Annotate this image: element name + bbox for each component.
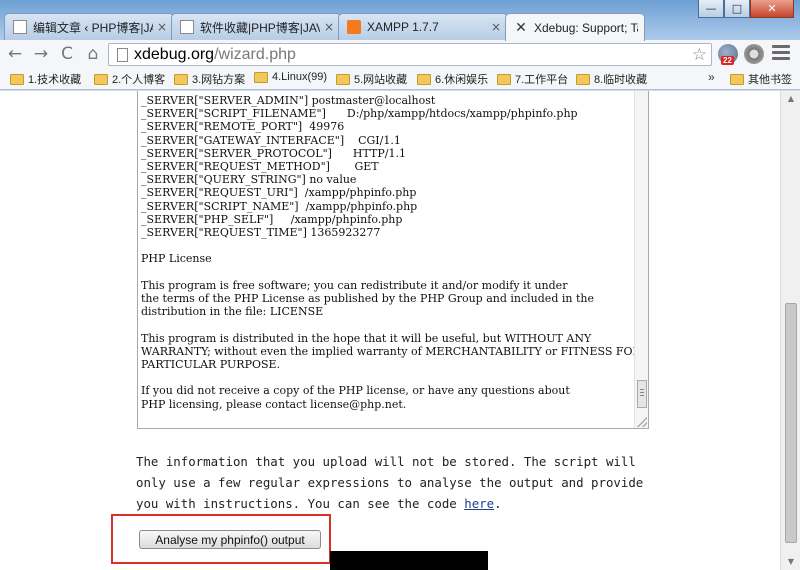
textarea-line: _SERVER["SCRIPT_NAME"] /xampp/phpinfo.ph… xyxy=(141,199,418,213)
here-link[interactable]: here xyxy=(464,496,494,511)
tab-xdebug[interactable]: ✕ Xdebug: Support; Tailo xyxy=(505,13,645,41)
tab-close-icon[interactable]: × xyxy=(324,20,334,34)
textarea-scrollbar[interactable] xyxy=(634,91,648,428)
bookmark-star-icon[interactable]: ☆ xyxy=(692,45,707,65)
bookmark-folder[interactable]: 1.技术收藏 xyxy=(10,71,81,87)
textarea-line: This program is distributed in the hope … xyxy=(141,331,592,345)
textarea-line: _SERVER["QUERY_STRING"] no value xyxy=(141,173,357,187)
url-text[interactable]: xdebug.org/wizard.php xyxy=(134,46,296,64)
folder-icon xyxy=(174,73,188,85)
document-icon xyxy=(180,20,194,34)
back-button[interactable]: ← xyxy=(4,43,26,65)
page-scrollbar[interactable]: ▲ ▼ xyxy=(780,91,800,570)
textarea-line: PARTICULAR PURPOSE. xyxy=(141,358,281,372)
textarea-line: the terms of the PHP License as publishe… xyxy=(141,292,594,306)
textarea-line: This program is free software; you can r… xyxy=(141,278,568,292)
folder-icon xyxy=(576,73,590,85)
page-content: _SERVER["SERVER_ADMIN"] postmaster@local… xyxy=(0,91,780,570)
tab-software-favorites[interactable]: 软件收藏|PHP博客|JAVA × xyxy=(171,13,341,40)
tab-title: 软件收藏|PHP博客|JAVA xyxy=(200,20,320,35)
tab-close-icon[interactable]: × xyxy=(491,20,501,34)
xdebug-icon: ✕ xyxy=(515,19,527,36)
textarea-line: _SERVER["REQUEST_TIME"] 1365923277 xyxy=(141,226,381,240)
mail-count-badge: 22 xyxy=(721,56,734,65)
textarea-scroll-thumb[interactable] xyxy=(637,380,647,408)
annotation-highlight-box xyxy=(111,514,331,564)
other-bookmarks[interactable]: 其他书签 xyxy=(730,71,792,87)
page-scroll-thumb[interactable] xyxy=(785,303,797,543)
redaction-block xyxy=(330,551,488,570)
textarea-line: PHP licensing, please contact license@ph… xyxy=(141,397,407,411)
tab-edit-article[interactable]: 编辑文章 ‹ PHP博客|JAVA × xyxy=(4,13,174,40)
textarea-line: distribution in the file: LICENSE xyxy=(141,305,324,319)
folder-icon xyxy=(94,73,108,85)
folder-icon xyxy=(336,73,350,85)
textarea-line xyxy=(141,266,631,279)
bookmark-folder[interactable]: 4.Linux(99) xyxy=(254,71,327,83)
tab-xampp[interactable]: XAMPP 1.7.7 × xyxy=(338,13,508,40)
textarea-line: _SERVER["REMOTE_PORT"] 49976 xyxy=(141,120,345,134)
bookmark-folder[interactable]: 8.临时收藏 xyxy=(576,71,647,87)
textarea-line: _SERVER["SERVER_ADMIN"] postmaster@local… xyxy=(141,94,436,107)
forward-button[interactable]: → xyxy=(30,43,52,65)
textarea-line: _SERVER["PHP_SELF"] /xampp/phpinfo.php xyxy=(141,212,403,226)
textarea-line: WARRANTY; without even the implied warra… xyxy=(141,344,649,358)
document-icon xyxy=(13,20,27,34)
bookmark-folder[interactable]: 2.个人博客 xyxy=(94,71,165,87)
folder-icon xyxy=(10,73,24,85)
textarea-line xyxy=(141,239,631,252)
xampp-icon xyxy=(347,20,361,34)
bookmark-folder[interactable]: 5.网站收藏 xyxy=(336,71,407,87)
scroll-up-arrow-icon[interactable]: ▲ xyxy=(781,91,800,107)
tab-title: Xdebug: Support; Tailo xyxy=(534,20,638,35)
folder-icon xyxy=(730,73,744,85)
folder-icon xyxy=(417,73,431,85)
textarea-line xyxy=(141,371,631,384)
tab-title: XAMPP 1.7.7 xyxy=(367,20,439,34)
phpinfo-text: _SERVER["SERVER_ADMIN"] postmaster@local… xyxy=(141,94,649,411)
info-paragraph: The information that you upload will not… xyxy=(136,454,644,511)
folder-icon xyxy=(497,73,511,85)
bookmark-folder[interactable]: 6.休闲娱乐 xyxy=(417,71,488,87)
tab-strip: 编辑文章 ‹ PHP博客|JAVA × 软件收藏|PHP博客|JAVA × XA… xyxy=(0,13,800,41)
textarea-line: _SERVER["SCRIPT_FILENAME"] D:/php/xampp/… xyxy=(141,107,578,121)
textarea-line: _SERVER["GATEWAY_INTERFACE"] CGI/1.1 xyxy=(141,133,401,147)
textarea-line: PHP License xyxy=(141,252,212,266)
bookmark-folder[interactable]: 7.工作平台 xyxy=(497,71,568,87)
phpinfo-textarea[interactable]: _SERVER["SERVER_ADMIN"] postmaster@local… xyxy=(137,91,649,429)
textarea-line: _SERVER["SERVER_PROTOCOL"] HTTP/1.1 xyxy=(141,146,406,160)
bookmarks-bar: 1.技术收藏 2.个人博客 3.网钻方案 4.Linux(99) 5.网站收藏 … xyxy=(0,68,800,90)
menu-icon[interactable] xyxy=(772,45,790,63)
home-button[interactable]: ⌂ xyxy=(82,43,104,65)
reload-button[interactable]: C xyxy=(56,43,78,65)
tab-title: 编辑文章 ‹ PHP博客|JAVA xyxy=(33,20,153,35)
gear-extension-icon[interactable] xyxy=(744,44,764,64)
textarea-line: If you did not receive a copy of the PHP… xyxy=(141,384,570,398)
textarea-line: _SERVER["REQUEST_URI"] /xampp/phpinfo.ph… xyxy=(141,186,417,200)
bookmarks-more-chevron[interactable]: » xyxy=(708,70,715,84)
bookmark-folder[interactable]: 3.网钻方案 xyxy=(174,71,245,87)
page-icon xyxy=(117,47,128,62)
folder-icon xyxy=(254,71,268,83)
resize-grip-icon[interactable] xyxy=(637,417,647,427)
scroll-down-arrow-icon[interactable]: ▼ xyxy=(781,554,800,570)
toolbar: ← → C ⌂ xdebug.org/wizard.php ☆ 22 xyxy=(0,40,800,68)
textarea-line xyxy=(141,318,631,331)
textarea-line: _SERVER["REQUEST_METHOD"] GET xyxy=(141,160,379,174)
address-bar[interactable]: xdebug.org/wizard.php ☆ xyxy=(108,43,712,66)
tab-close-icon[interactable]: × xyxy=(157,20,167,34)
